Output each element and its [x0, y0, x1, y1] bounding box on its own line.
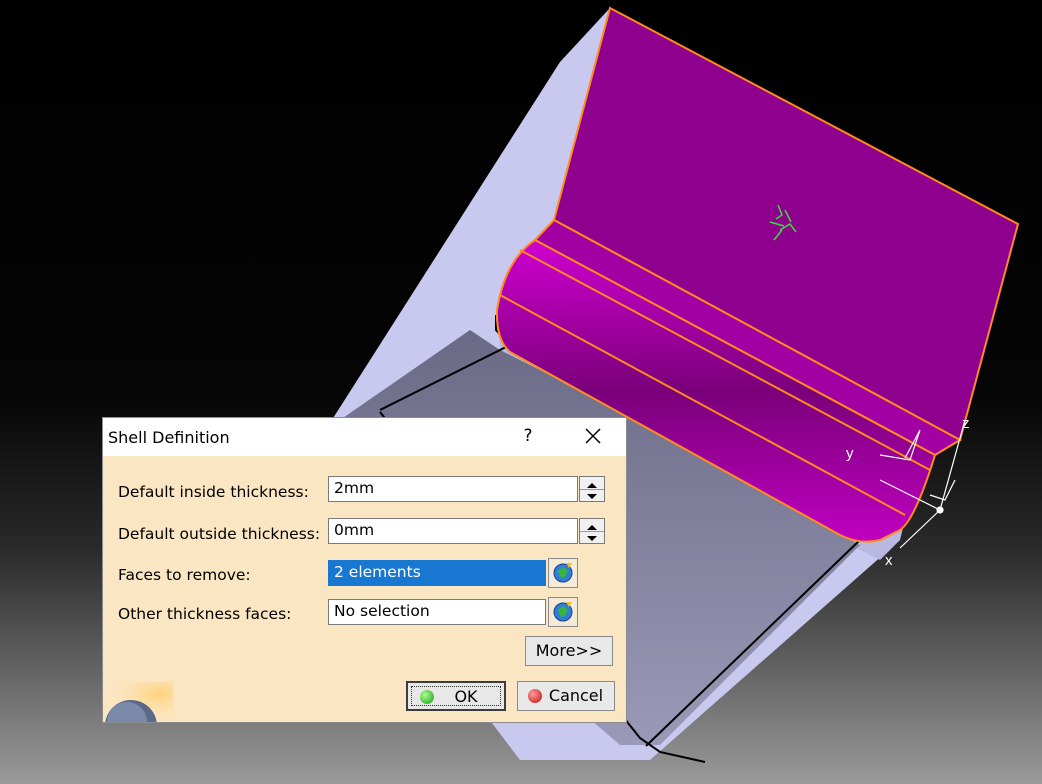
dialog-title: Shell Definition: [108, 428, 230, 447]
axis-label-y: y: [846, 445, 854, 462]
outside-thickness-field[interactable]: 0mm: [328, 518, 578, 544]
other-thickness-faces-label: Other thickness faces:: [118, 605, 292, 623]
ok-button[interactable]: OK: [406, 681, 506, 711]
faces-to-remove-field[interactable]: 2 elements: [328, 560, 546, 586]
arrow-down-icon: [587, 536, 597, 541]
help-button[interactable]: ?: [516, 424, 540, 448]
outside-thickness-spinner[interactable]: [579, 518, 605, 544]
other-thickness-faces-list-button[interactable]: [548, 597, 578, 627]
catia-logo-decoration: [103, 682, 173, 722]
close-icon: [585, 428, 601, 444]
inside-thickness-spinner[interactable]: [579, 476, 605, 502]
axis-label-x: x: [885, 552, 893, 569]
dialog-titlebar[interactable]: Shell Definition ?: [103, 418, 626, 456]
outside-thickness-down-button[interactable]: [580, 531, 604, 543]
inside-thickness-label: Default inside thickness:: [118, 483, 309, 501]
outside-thickness-label: Default outside thickness:: [118, 525, 321, 543]
inside-thickness-down-button[interactable]: [580, 489, 604, 501]
arrow-down-icon: [587, 494, 597, 499]
other-thickness-faces-field[interactable]: No selection: [328, 599, 546, 625]
shell-definition-dialog: Shell Definition ? Default inside thickn…: [102, 417, 627, 723]
cancel-label: Cancel: [548, 686, 604, 705]
faces-to-remove-list-button[interactable]: [548, 558, 578, 588]
more-button[interactable]: More>>: [525, 636, 613, 666]
ok-icon: [420, 690, 434, 704]
cancel-icon: [528, 689, 542, 703]
cancel-button[interactable]: Cancel: [517, 681, 615, 711]
ok-label: OK: [454, 687, 478, 706]
close-button[interactable]: [581, 424, 605, 448]
axis-label-z: z: [962, 415, 970, 432]
selection-list-icon: [553, 602, 573, 622]
faces-to-remove-label: Faces to remove:: [118, 566, 251, 584]
selection-list-icon: [553, 563, 573, 583]
inside-thickness-field[interactable]: 2mm: [328, 476, 578, 502]
